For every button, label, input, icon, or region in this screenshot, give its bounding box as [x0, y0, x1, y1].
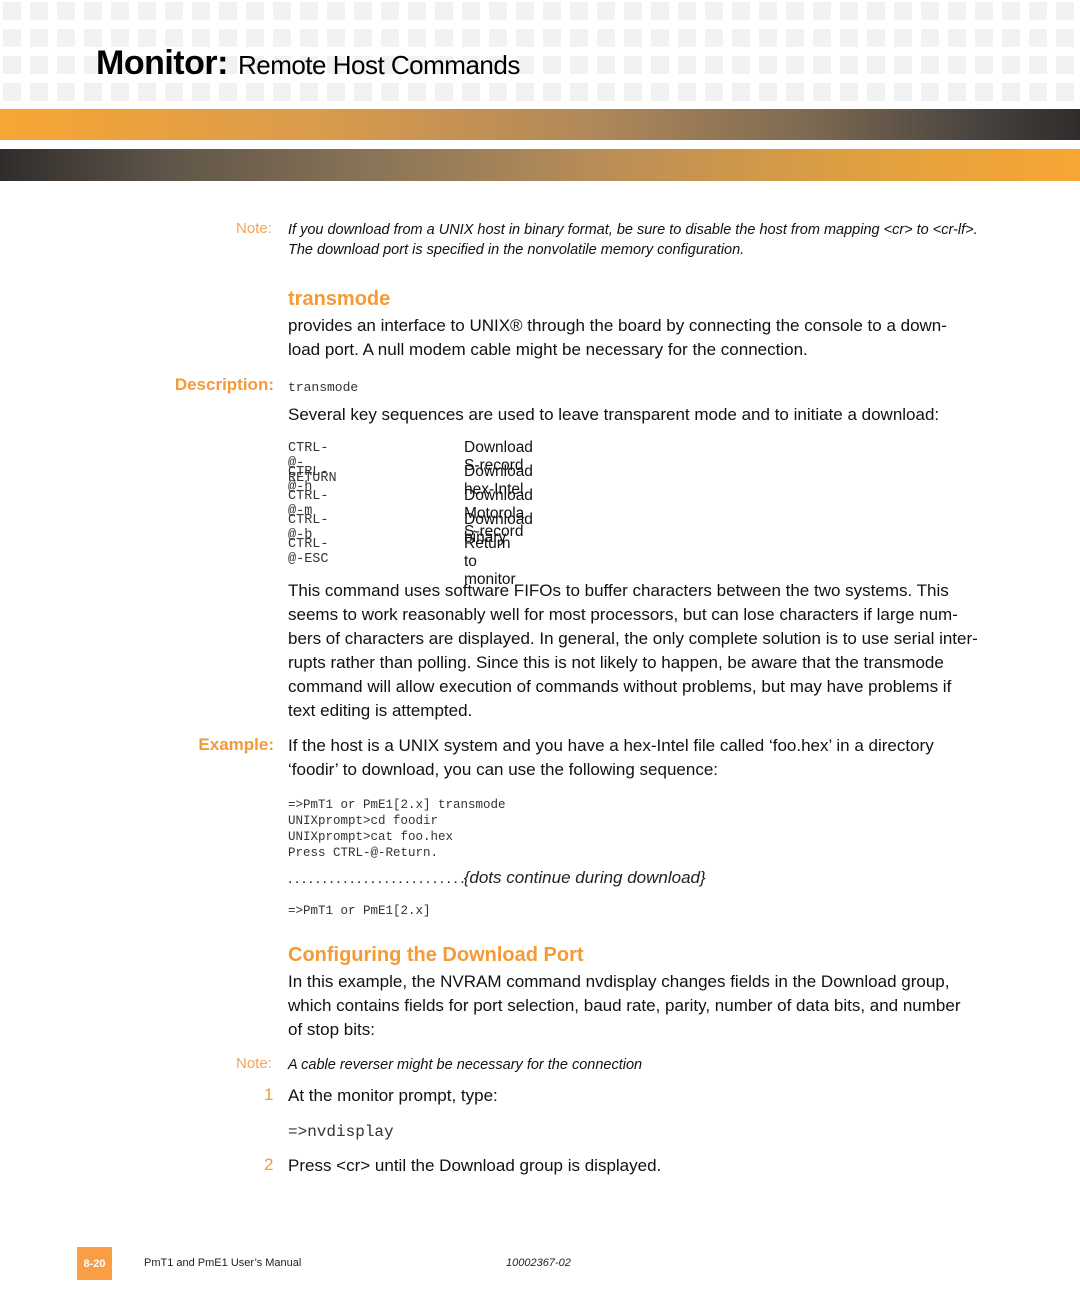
page-title-subtitle: Remote Host Commands	[237, 50, 520, 80]
intro-line: provides an interface to UNIX® through t…	[288, 316, 947, 335]
document-number: 10002367-02	[506, 1257, 571, 1269]
step-text: Press <cr> until the Download group is d…	[288, 1156, 662, 1175]
description-label: Description:	[174, 375, 274, 394]
note-line: If you download from a UNIX host in bina…	[288, 222, 978, 238]
syntax-text: transmode	[288, 380, 359, 395]
page-title: Monitor: Remote Host Commands	[96, 44, 520, 83]
configuring-line: of stop bits:	[288, 1020, 375, 1039]
code-line: UNIXprompt>cd foodir	[288, 814, 439, 828]
note-text: A cable reverser might be necessary for …	[288, 1057, 643, 1073]
configuring-line: In this example, the NVRAM command nvdis…	[288, 972, 950, 991]
fifo-line: text editing is attempted.	[288, 701, 473, 720]
example-line: If the host is a UNIX system and you hav…	[288, 736, 934, 755]
manual-title: PmT1 and PmE1 User’s Manual	[144, 1257, 302, 1269]
code-line: UNIXprompt>cat foo.hex	[288, 830, 454, 844]
section-heading-configuring: Configuring the Download Port	[288, 944, 584, 966]
step-number: 1	[264, 1085, 274, 1104]
dots-note: {dots continue during download}	[463, 868, 706, 887]
dots: . . . . . . . . . . . . . . . . . . . . …	[288, 870, 465, 887]
fifo-line: rupts rather than polling. Since this is…	[288, 653, 944, 672]
fifo-line: This command uses software FIFOs to buff…	[288, 581, 949, 600]
fifo-line: seems to work reasonably well for most p…	[288, 605, 958, 624]
key-sequence: CTRL-@-ESC	[288, 537, 329, 567]
code-line: Press CTRL-@-Return.	[288, 846, 439, 860]
note-label: Note:	[236, 220, 272, 237]
intro-line: load port. A null modem cable might be n…	[288, 340, 808, 359]
download-progress-dots: . . . . . . . . . . . . . . . . . . . . …	[288, 868, 706, 888]
keys-intro: Several key sequences are used to leave …	[288, 405, 940, 424]
code-line: =>PmT1 or PmE1[2.x] transmode	[288, 798, 506, 812]
step-text: At the monitor prompt, type:	[288, 1086, 498, 1105]
step-number: 2	[264, 1155, 274, 1174]
page-title-bold: Monitor:	[96, 44, 228, 82]
note-label: Note:	[236, 1055, 272, 1072]
note-line: The download port is specified in the no…	[288, 242, 745, 258]
header-bar-dark	[0, 149, 1080, 181]
header-bar-orange	[0, 109, 1080, 140]
configuring-line: which contains fields for port selection…	[288, 996, 961, 1015]
page-number-badge: 8-20	[77, 1247, 112, 1280]
example-label: Example:	[198, 735, 274, 754]
fifo-line: bers of characters are displayed. In gen…	[288, 629, 978, 648]
final-prompt: =>PmT1 or PmE1[2.x]	[288, 904, 431, 918]
command-text: =>nvdisplay	[288, 1123, 394, 1141]
fifo-line: command will allow execution of commands…	[288, 677, 952, 696]
section-heading-transmode: transmode	[288, 288, 391, 310]
example-line: ‘foodir’ to download, you can use the fo…	[288, 760, 719, 779]
